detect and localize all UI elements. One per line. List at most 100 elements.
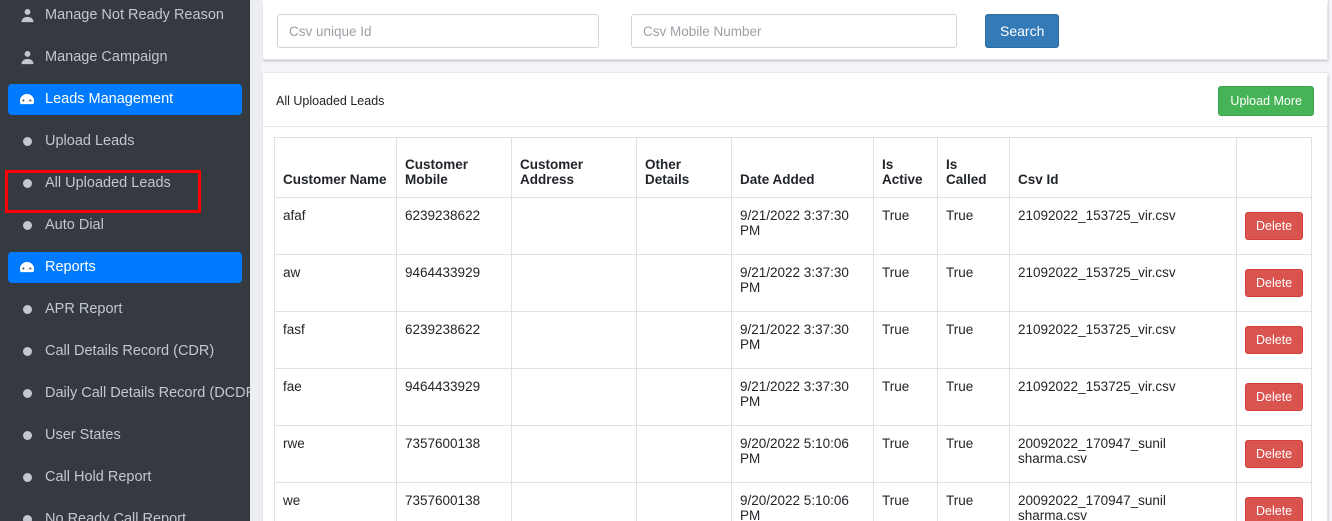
sidebar-content-gap <box>250 0 262 521</box>
sidebar-item-label: Daily Call Details Record (DCDR) <box>45 385 250 402</box>
main-content: Search All Uploaded Leads Upload More Cu… <box>262 0 1332 521</box>
cell-customer-name: fasf <box>274 311 397 369</box>
cell-is-active: True <box>873 254 938 312</box>
sidebar-item-label: No Ready Call Report <box>45 511 187 521</box>
sidebar-item-upload-leads[interactable]: Upload Leads <box>8 126 242 157</box>
dashboard-icon <box>16 92 38 108</box>
dot-icon <box>22 473 32 482</box>
delete-button[interactable]: Delete <box>1245 269 1304 297</box>
dot-icon <box>22 305 32 314</box>
cell-customer-mobile: 6239238622 <box>396 311 512 369</box>
cell-customer-address <box>511 425 637 483</box>
sidebar-item-no-ready-call-report[interactable]: No Ready Call Report <box>8 504 242 521</box>
table-column-header: Other Details <box>636 137 732 198</box>
dot-icon <box>22 389 32 398</box>
cell-is-active: True <box>873 197 938 255</box>
dot-icon <box>22 221 32 230</box>
dot-icon <box>22 431 32 440</box>
upload-more-button[interactable]: Upload More <box>1218 86 1314 116</box>
csv-mobile-number-input[interactable] <box>631 14 957 48</box>
cell-customer-name: afaf <box>274 197 397 255</box>
table-column-header <box>1236 137 1312 198</box>
table-column-header: Customer Address <box>511 137 637 198</box>
app-root: Manage Not Ready Reason Manage Campaign Le… <box>0 0 1332 521</box>
sidebar-item-daily-call-details-record-dcdr[interactable]: Daily Call Details Record (DCDR) <box>8 378 250 409</box>
table-header-row: Customer Name Customer Mobile Customer Add… <box>274 137 1312 198</box>
cell-date-added: 9/21/2022 3:37:30 PM <box>731 311 874 369</box>
sidebar-item-call-hold-report[interactable]: Call Hold Report <box>8 462 242 493</box>
sidebar-item-manage-campaign[interactable]: Manage Campaign <box>8 42 242 73</box>
sidebar-item-label: User States <box>45 427 121 444</box>
dot-icon <box>16 473 38 482</box>
cell-customer-name: we <box>274 482 397 521</box>
sidebar-item-user-states[interactable]: User States <box>8 420 242 451</box>
cell-is-active: True <box>873 311 938 369</box>
dot-icon <box>16 221 38 230</box>
sidebar-nav-list: Manage Not Ready Reason Manage Campaign Le… <box>0 0 250 521</box>
table-row: we 7357600138 9/20/2022 5:10:06 PM True True… <box>274 482 1312 521</box>
sidebar-item-label: Manage Not Ready Reason <box>45 7 224 24</box>
sidebar-item-label: Upload Leads <box>45 133 135 150</box>
cell-customer-name: rwe <box>274 425 397 483</box>
delete-button[interactable]: Delete <box>1245 212 1304 240</box>
dot-icon <box>16 137 38 146</box>
sidebar: Manage Not Ready Reason Manage Campaign Le… <box>0 0 250 521</box>
csv-unique-id-input[interactable] <box>277 14 599 48</box>
cell-csv-id: 21092022_153725_vir.csv <box>1009 254 1237 312</box>
cell-customer-address <box>511 482 637 521</box>
cell-other-details <box>636 425 732 483</box>
cell-csv-id: 20092022_170947_sunil sharma.csv <box>1009 482 1237 521</box>
cell-is-called: True <box>937 425 1010 483</box>
cell-action: Delete <box>1236 197 1312 255</box>
sidebar-item-label: Call Hold Report <box>45 469 152 486</box>
sidebar-item-auto-dial[interactable]: Auto Dial <box>8 210 242 241</box>
sidebar-item-call-details-record-cdr[interactable]: Call Details Record (CDR) <box>8 336 242 367</box>
dot-icon <box>16 347 38 356</box>
delete-button[interactable]: Delete <box>1245 326 1304 354</box>
sidebar-item-leads-management[interactable]: Leads Management <box>8 84 242 115</box>
dashboard-icon <box>16 260 38 276</box>
cell-is-called: True <box>937 368 1010 426</box>
dot-icon <box>22 179 32 188</box>
card-title: All Uploaded Leads <box>276 94 385 108</box>
sidebar-item-reports[interactable]: Reports <box>8 252 242 283</box>
dot-icon <box>16 179 38 188</box>
cell-customer-address <box>511 368 637 426</box>
cell-customer-name: aw <box>274 254 397 312</box>
dot-icon <box>22 137 32 146</box>
cell-is-active: True <box>873 368 938 426</box>
sidebar-item-apr-report[interactable]: APR Report <box>8 294 242 325</box>
delete-button[interactable]: Delete <box>1245 497 1304 521</box>
sidebar-item-all-uploaded-leads[interactable]: All Uploaded Leads <box>8 168 242 199</box>
sidebar-item-manage-not-ready-reason[interactable]: Manage Not Ready Reason <box>8 0 242 31</box>
table-column-header: Is Called <box>937 137 1010 198</box>
cell-csv-id: 21092022_153725_vir.csv <box>1009 197 1237 255</box>
dot-icon <box>16 515 38 521</box>
table-row: rwe 7357600138 9/20/2022 5:10:06 PM True Tru… <box>274 425 1312 483</box>
cell-customer-mobile: 9464433929 <box>396 368 512 426</box>
card-header: All Uploaded Leads Upload More <box>263 76 1327 127</box>
cell-action: Delete <box>1236 482 1312 521</box>
table-column-header: Customer Name <box>274 137 397 198</box>
sidebar-item-label: Reports <box>45 259 96 276</box>
cell-action: Delete <box>1236 425 1312 483</box>
search-button[interactable]: Search <box>985 14 1060 48</box>
delete-button[interactable]: Delete <box>1245 383 1304 411</box>
sidebar-item-label: Call Details Record (CDR) <box>45 343 215 360</box>
cell-customer-address <box>511 197 637 255</box>
table-column-header: Csv Id <box>1009 137 1237 198</box>
cell-customer-mobile: 7357600138 <box>396 425 512 483</box>
cell-other-details <box>636 368 732 426</box>
cell-customer-mobile: 7357600138 <box>396 482 512 521</box>
sidebar-item-label: Leads Management <box>45 91 174 108</box>
cell-date-added: 9/21/2022 3:37:30 PM <box>731 197 874 255</box>
cell-csv-id: 20092022_170947_sunil sharma.csv <box>1009 425 1237 483</box>
cell-is-called: True <box>937 482 1010 521</box>
table-row: aw 9464433929 9/21/2022 3:37:30 PM True True… <box>274 254 1312 312</box>
delete-button[interactable]: Delete <box>1245 440 1304 468</box>
table-column-header: Is Active <box>873 137 938 198</box>
uploaded-leads-card: All Uploaded Leads Upload More Customer … <box>262 73 1328 521</box>
cell-customer-mobile: 9464433929 <box>396 254 512 312</box>
dot-icon <box>16 431 38 440</box>
table-head: Customer Name Customer Mobile Customer Add… <box>274 137 1312 198</box>
